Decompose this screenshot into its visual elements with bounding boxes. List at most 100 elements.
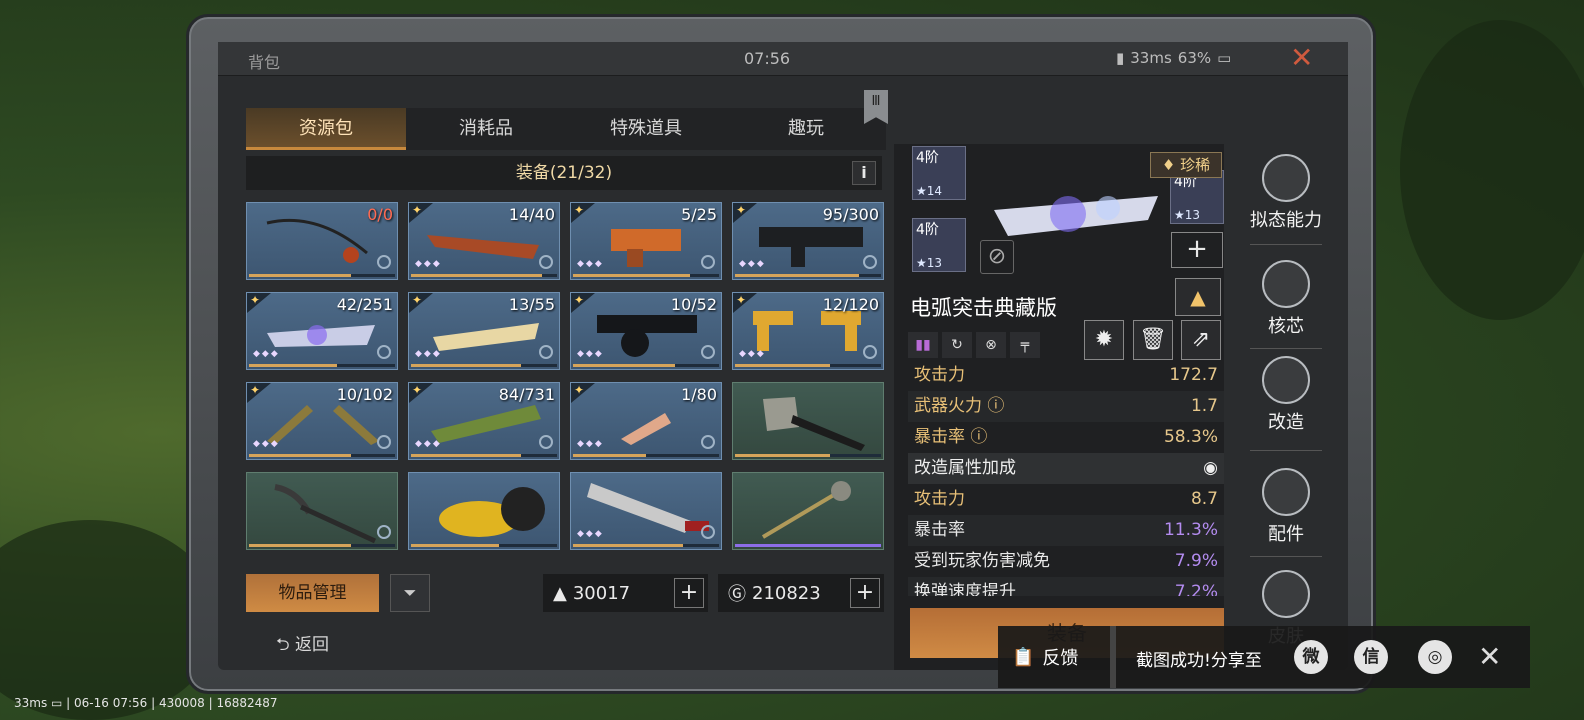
stat-row: 换弹速度提升 7.2%: [908, 577, 1224, 596]
item-count: 12/120: [822, 295, 879, 314]
tab-resources[interactable]: 资源包: [246, 108, 406, 150]
close-button[interactable]: ✕: [1290, 44, 1313, 72]
filter-button[interactable]: ⏷: [390, 574, 430, 612]
side-item-attachments[interactable]: 配件: [1238, 468, 1334, 546]
craft-icon: [701, 255, 715, 269]
battery-value: 63%: [1177, 49, 1212, 67]
item-chainsaw-blade[interactable]: ◆◆◆: [570, 472, 722, 550]
stat-row: 攻击力 8.7: [914, 489, 1218, 509]
share-message: 截图成功!分享至: [1136, 651, 1262, 671]
back-arrow-icon: ⮌: [276, 635, 296, 655]
item-count: 5/25: [681, 205, 717, 224]
craft-icon: [539, 435, 553, 449]
item-green-launcher[interactable]: ✦ 84/731 ◆◆◆: [408, 382, 560, 460]
ammo-icon: ▮▮: [908, 332, 938, 358]
craft-icon: [863, 255, 877, 269]
item-rifle-orange[interactable]: ✦ 14/40 ◆◆◆: [408, 202, 560, 280]
resource-coin: Ⓖ 210823 +: [718, 574, 884, 612]
stat-row: 受到玩家伤害减免 7.9%: [914, 551, 1218, 571]
item-dual-blades[interactable]: ✦ 10/102 ◆◆◆: [246, 382, 398, 460]
filter-icon: ⏷: [403, 583, 417, 602]
craft-icon: [539, 345, 553, 359]
item-management-button[interactable]: 物品管理: [246, 574, 379, 612]
attachments-icon: [1262, 468, 1310, 516]
tab-fun[interactable]: 趣玩: [726, 108, 886, 150]
network-status: ▮ 33ms 63% ▭: [1116, 49, 1231, 67]
eye-icon[interactable]: ◉: [1203, 453, 1218, 484]
item-claw-weapon[interactable]: ✦ 1/80 ◆◆◆: [570, 382, 722, 460]
craft-icon: [701, 345, 715, 359]
camera-share-icon[interactable]: ◎: [1418, 640, 1452, 674]
item-smg-orange[interactable]: ✦ 5/25 ◆◆◆: [570, 202, 722, 280]
battery-icon: ▭: [1217, 49, 1232, 67]
stats-list: 攻击力 172.7 武器火力 ⓘ 1.7 暴击率 ⓘ 58.3% 改造属性加成 ◉ 攻击…: [908, 360, 1224, 596]
craft-icon: [377, 435, 391, 449]
category-title: 装备(21/32): [515, 163, 613, 183]
item-arc-rifle[interactable]: ✦ 42/251 ◆◆◆: [246, 292, 398, 370]
info-button[interactable]: i: [852, 161, 876, 185]
item-drum-shotgun[interactable]: ✦ 10/52 ◆◆◆: [570, 292, 722, 370]
modify-icon: [1262, 356, 1310, 404]
item-fishing-rod[interactable]: 0/0: [246, 202, 398, 280]
item-count: 10/52: [670, 295, 717, 314]
item-vacuum-device[interactable]: [408, 472, 560, 550]
item-count: 42/251: [336, 295, 393, 314]
tier-slot-3[interactable]: 4阶 ★13: [1170, 170, 1224, 224]
gear-icon: ✹: [1094, 327, 1114, 352]
craft-icon: [701, 435, 715, 449]
back-label: 返回: [295, 635, 330, 655]
tab-special-items[interactable]: 特殊道具: [566, 108, 726, 150]
gun-type-icon: ╤: [1010, 332, 1040, 358]
side-item-core[interactable]: 核芯: [1238, 260, 1334, 338]
wechat-share-icon[interactable]: 信: [1354, 640, 1388, 674]
ladle-icon: [761, 481, 851, 539]
clock: 07:56: [744, 49, 791, 68]
back-button[interactable]: ⮌ 返回: [276, 630, 329, 661]
coin-icon: Ⓖ: [728, 584, 746, 605]
no-slot-icon: ⊘: [980, 240, 1014, 274]
item-assault-rifle-black[interactable]: ✦ 95/300 ◆◆◆: [732, 202, 884, 280]
tab-consumables[interactable]: 消耗品: [406, 108, 566, 150]
vacuum-icon: [439, 487, 545, 537]
upgrade-button[interactable]: ▲: [1175, 278, 1221, 316]
stat-row: 暴击率 ⓘ 58.3%: [914, 427, 1218, 447]
crystal-icon: ▲: [553, 582, 567, 604]
item-gold-rifle[interactable]: ✦ 13/55 ◆◆◆: [408, 292, 560, 370]
close-share-icon[interactable]: ✕: [1478, 640, 1501, 673]
crystal-amount: 30017: [572, 582, 631, 604]
share-toast: 📋 反馈 截图成功!分享至 微 信 ◎ ✕: [998, 626, 1530, 688]
signal-icon: ▮: [1116, 49, 1125, 67]
item-gold-pistols[interactable]: ✦ 12/120 ◆◆◆: [732, 292, 884, 370]
skin-icon: [1262, 570, 1310, 618]
add-crystal-button[interactable]: +: [674, 578, 704, 608]
item-axe[interactable]: [732, 382, 884, 460]
stat-row: 暴击率 11.3%: [908, 515, 1224, 546]
item-count: 84/731: [498, 385, 555, 404]
blade-icon: [587, 483, 709, 533]
settings-button[interactable]: ✹: [1084, 320, 1124, 360]
item-ladle[interactable]: [732, 472, 884, 550]
rarity-badge: ♦ 珍稀: [1150, 152, 1222, 178]
delete-button[interactable]: 🗑: [1133, 320, 1173, 360]
item-pickaxe[interactable]: [246, 472, 398, 550]
add-slot-button[interactable]: +: [1171, 232, 1223, 268]
item-count: 0/0: [367, 205, 393, 224]
feedback-button[interactable]: 📋 反馈: [998, 626, 1116, 688]
weibo-share-icon[interactable]: 微: [1294, 640, 1328, 674]
trash-icon: 🗑: [1139, 327, 1167, 352]
item-count: 14/40: [508, 205, 555, 224]
side-item-modify[interactable]: 改造: [1238, 356, 1334, 434]
diamond-icon: ♦: [1161, 156, 1181, 174]
mimic-icon: [1262, 154, 1310, 202]
weapon-preview-image: [994, 196, 1158, 236]
tier-slot-2[interactable]: 4阶 ★13: [912, 218, 966, 272]
triangle-icon: ▲: [1190, 285, 1206, 309]
add-coin-button[interactable]: +: [850, 578, 880, 608]
side-item-mimic[interactable]: 拟态能力: [1238, 154, 1334, 232]
weapon-name: 电弧突击典藏版: [910, 296, 1057, 320]
clipboard-icon: 📋: [1012, 646, 1035, 668]
share-weapon-button[interactable]: ⇗: [1181, 320, 1221, 360]
stat-row: 攻击力 172.7: [914, 365, 1218, 385]
tier-slot-1[interactable]: 4阶 ★14: [912, 146, 966, 200]
pickaxe-icon: [274, 484, 377, 544]
